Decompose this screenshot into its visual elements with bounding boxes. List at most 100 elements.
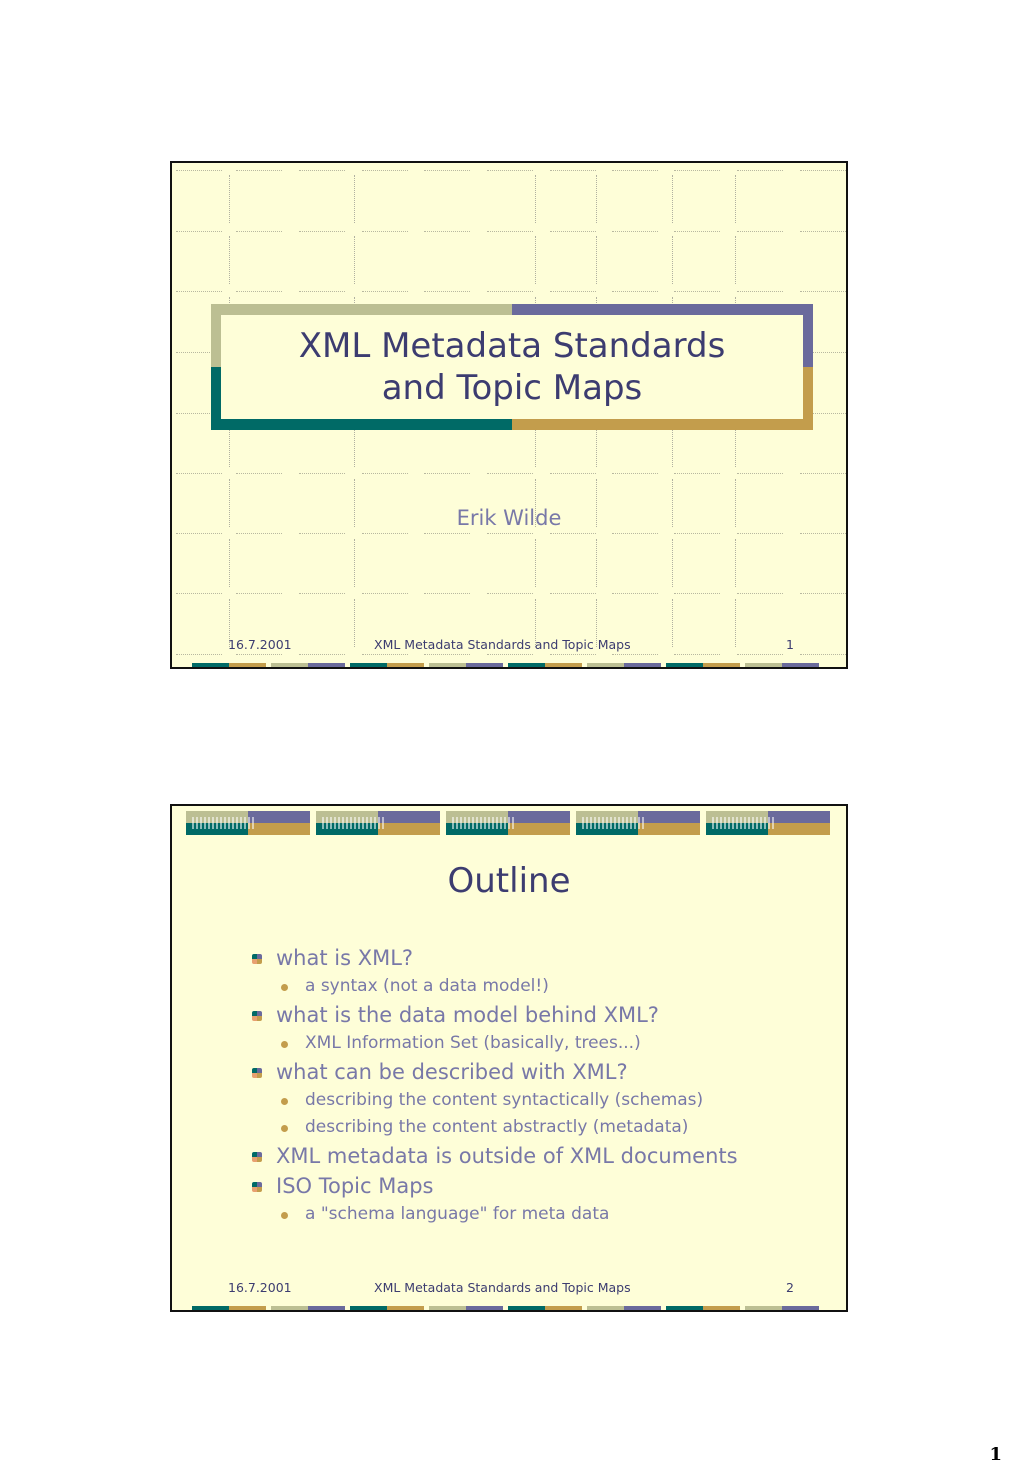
footer-color-strip bbox=[192, 663, 819, 667]
grid-line bbox=[737, 533, 783, 534]
grid-line bbox=[674, 170, 720, 171]
grid-line bbox=[362, 473, 408, 474]
outline-item: what can be described with XML? bbox=[252, 1057, 832, 1087]
title-line-1: XML Metadata Standards bbox=[298, 326, 726, 366]
cube-bullet-icon bbox=[252, 954, 262, 964]
footer-title: XML Metadata Standards and Topic Maps bbox=[374, 1280, 631, 1295]
strip-color bbox=[192, 663, 229, 667]
grid-line bbox=[550, 533, 596, 534]
strip-segment bbox=[666, 663, 740, 667]
strip-color bbox=[745, 663, 782, 667]
title-frame: XML Metadata Standards and Topic Maps bbox=[211, 304, 813, 430]
footer-date: 16.7.2001 bbox=[228, 637, 292, 652]
grid-line bbox=[800, 593, 846, 594]
grid-line bbox=[299, 231, 345, 232]
grid-line bbox=[612, 473, 658, 474]
outline-item-text: ISO Topic Maps bbox=[276, 1174, 434, 1198]
strip-color bbox=[429, 1306, 466, 1310]
strip-color bbox=[466, 663, 503, 667]
cube-bullet-icon bbox=[252, 1068, 262, 1078]
tile-part bbox=[248, 823, 310, 835]
strip-color bbox=[782, 663, 819, 667]
strip-color bbox=[229, 663, 266, 667]
grid-line bbox=[800, 231, 846, 232]
grid-line bbox=[236, 170, 282, 171]
grid-line bbox=[535, 539, 536, 587]
footer-date: 16.7.2001 bbox=[228, 1280, 292, 1295]
strip-segment bbox=[508, 1306, 582, 1310]
outline-item: what is the data model behind XML? bbox=[252, 1000, 832, 1030]
strip-color bbox=[666, 1306, 703, 1310]
tile-part bbox=[322, 817, 384, 829]
grid-line bbox=[299, 170, 345, 171]
slide-title: XML Metadata Standards and Topic Maps bbox=[299, 325, 726, 409]
strip-segment bbox=[271, 1306, 345, 1310]
outline-subitem: describing the content syntactically (sc… bbox=[252, 1087, 832, 1114]
grid-line bbox=[737, 170, 783, 171]
strip-color bbox=[271, 1306, 308, 1310]
strip-segment bbox=[429, 663, 503, 667]
strip-segment bbox=[587, 1306, 661, 1310]
strip-color bbox=[745, 1306, 782, 1310]
grid-line bbox=[737, 473, 783, 474]
grid-line bbox=[424, 533, 470, 534]
tile-part bbox=[378, 823, 440, 835]
header-tile bbox=[316, 811, 440, 835]
grid-line bbox=[674, 231, 720, 232]
grid-line bbox=[176, 593, 222, 594]
grid-line bbox=[424, 473, 470, 474]
outline-item-text: XML metadata is outside of XML documents bbox=[276, 1144, 738, 1168]
strip-color bbox=[587, 663, 624, 667]
grid-line bbox=[550, 473, 596, 474]
strip-segment bbox=[508, 663, 582, 667]
strip-segment bbox=[350, 663, 424, 667]
strip-segment bbox=[192, 663, 266, 667]
tile-part bbox=[768, 811, 830, 823]
tile-part bbox=[508, 823, 570, 835]
footer-slide-number: 2 bbox=[786, 1280, 794, 1295]
grid-line bbox=[735, 236, 736, 284]
outline-item-text: a "schema language" for meta data bbox=[305, 1204, 610, 1224]
header-tile bbox=[706, 811, 830, 835]
grid-line bbox=[550, 170, 596, 171]
grid-line bbox=[229, 175, 230, 223]
grid-line bbox=[354, 539, 355, 587]
grid-line bbox=[176, 170, 222, 171]
outline-item-text: XML Information Set (basically, trees...… bbox=[305, 1033, 641, 1053]
grid-line bbox=[229, 236, 230, 284]
grid-line bbox=[596, 175, 597, 223]
strip-color bbox=[350, 663, 387, 667]
strip-color bbox=[387, 663, 424, 667]
grid-line bbox=[674, 533, 720, 534]
outline-item-text: what can be described with XML? bbox=[276, 1060, 628, 1084]
grid-line bbox=[672, 599, 673, 647]
slide-1: XML Metadata Standards and Topic Maps Er… bbox=[170, 161, 848, 669]
strip-color bbox=[508, 1306, 545, 1310]
grid-line bbox=[424, 231, 470, 232]
grid-line bbox=[362, 533, 408, 534]
footer-title: XML Metadata Standards and Topic Maps bbox=[374, 637, 631, 652]
grid-line bbox=[672, 236, 673, 284]
strip-color bbox=[466, 1306, 503, 1310]
strip-segment bbox=[745, 663, 819, 667]
grid-line bbox=[487, 533, 533, 534]
grid-line bbox=[362, 291, 408, 292]
strip-segment bbox=[745, 1306, 819, 1310]
strip-color bbox=[666, 663, 703, 667]
outline-subitem: describing the content abstractly (metad… bbox=[252, 1114, 832, 1141]
tile-part bbox=[378, 811, 440, 823]
strip-segment bbox=[192, 1306, 266, 1310]
strip-color bbox=[229, 1306, 266, 1310]
grid-line bbox=[229, 539, 230, 587]
strip-color bbox=[271, 663, 308, 667]
grid-line bbox=[674, 473, 720, 474]
grid-line bbox=[612, 654, 658, 655]
tile-part bbox=[638, 811, 700, 823]
grid-line bbox=[800, 170, 846, 171]
grid-line bbox=[299, 654, 345, 655]
grid-line bbox=[424, 291, 470, 292]
grid-line bbox=[800, 473, 846, 474]
grid-line bbox=[362, 593, 408, 594]
grid-line bbox=[299, 291, 345, 292]
strip-color bbox=[587, 1306, 624, 1310]
